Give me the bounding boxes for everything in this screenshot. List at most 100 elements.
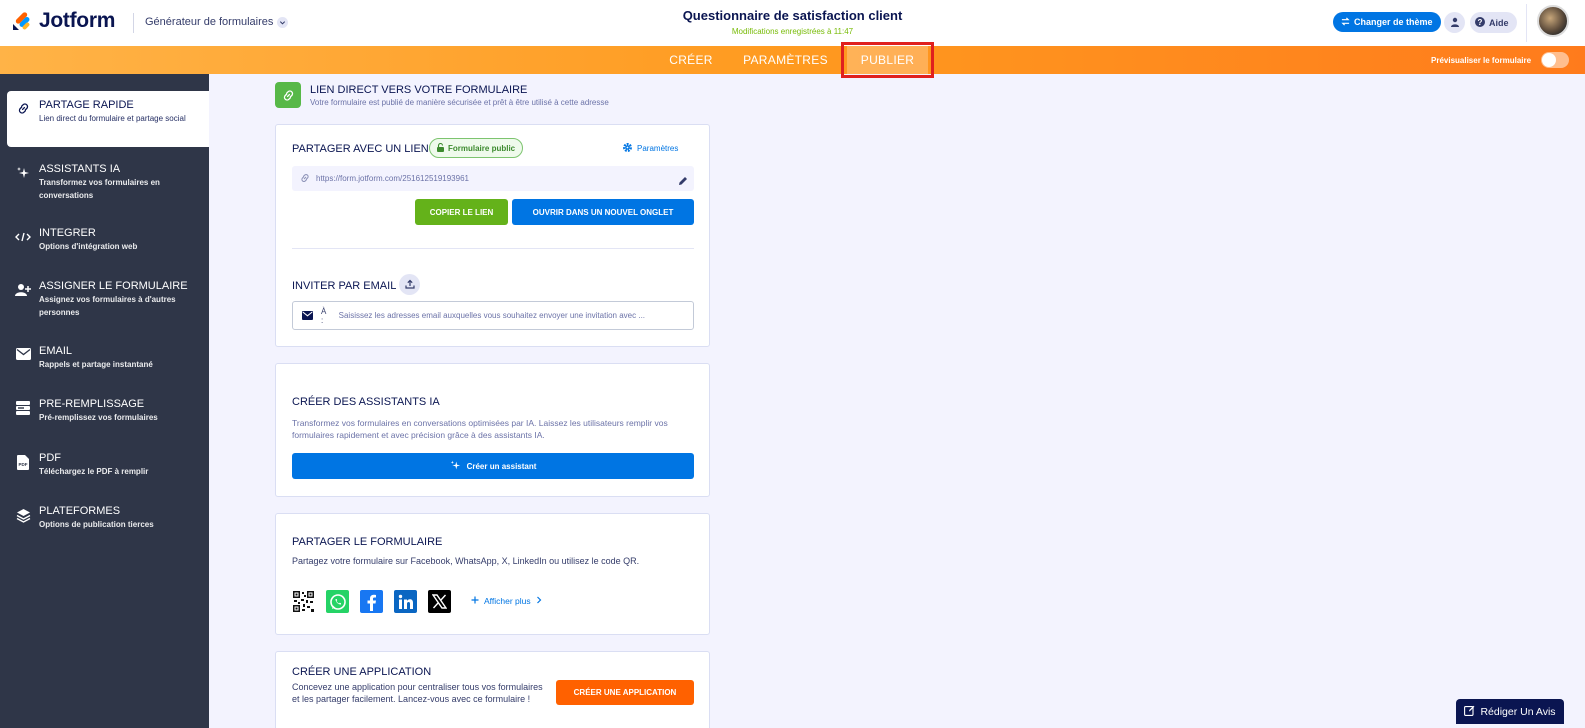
tab-publish[interactable]: PUBLIER bbox=[847, 46, 928, 74]
sidebar-item-subtitle: Rappels et partage instantané bbox=[39, 360, 153, 369]
create-app-button[interactable]: CRÉER UNE APPLICATION bbox=[556, 680, 694, 705]
copy-link-button[interactable]: COPIER LE LIEN bbox=[415, 199, 508, 225]
account-button[interactable] bbox=[1444, 12, 1465, 33]
change-theme-button[interactable]: Changer de thème bbox=[1333, 12, 1441, 32]
email-to-prefix: À : bbox=[321, 306, 327, 325]
jotform-logo-icon bbox=[11, 10, 33, 32]
topbar-divider bbox=[1526, 4, 1527, 42]
open-new-tab-button[interactable]: OUVRIR DANS UN NOUVEL ONGLET bbox=[512, 199, 694, 225]
direct-link-title: LIEN DIRECT VERS VOTRE FORMULAIRE bbox=[310, 84, 528, 96]
upload-contacts-button[interactable] bbox=[399, 274, 420, 295]
chevron-right-icon bbox=[536, 596, 542, 606]
link-icon bbox=[275, 82, 301, 108]
share-link-title: PARTAGER AVEC UN LIEN bbox=[292, 143, 429, 155]
builder-dropdown[interactable]: Générateur de formulaires bbox=[145, 16, 289, 28]
social-card-title: PARTAGER LE FORMULAIRE bbox=[292, 536, 443, 548]
plus-icon bbox=[471, 596, 479, 606]
preview-form-label: Prévisualiser le formulaire bbox=[1431, 56, 1532, 65]
facebook-icon[interactable] bbox=[360, 590, 383, 613]
envelope-icon bbox=[302, 307, 313, 325]
tab-settings[interactable]: PARAMÈTRES bbox=[738, 46, 833, 74]
create-app-card: CRÉER UNE APPLICATION Concevez une appli… bbox=[275, 651, 710, 728]
form-url-field[interactable]: https://form.jotform.com/251612519193961 bbox=[292, 166, 694, 191]
sidebar-item-subtitle: Téléchargez le PDF à remplir bbox=[39, 467, 149, 476]
sidebar-item-title: PLATEFORMES bbox=[39, 505, 121, 517]
change-theme-label: Changer de thème bbox=[1354, 17, 1433, 27]
card-divider bbox=[292, 248, 694, 249]
avatar[interactable] bbox=[1537, 5, 1569, 37]
direct-link-header: LIEN DIRECT VERS VOTRE FORMULAIRE Votre … bbox=[275, 82, 715, 110]
ai-assistants-card: CRÉER DES ASSISTANTS IA Transformez vos … bbox=[275, 363, 710, 497]
header-divider bbox=[133, 13, 134, 33]
sidebar-item-title: INTEGRER bbox=[39, 227, 96, 239]
sidebar-item-title: EMAIL bbox=[39, 345, 73, 357]
sidebar-item-subtitle: Pré-remplissez vos formulaires bbox=[39, 413, 158, 422]
sidebar-item-embed[interactable]: INTEGRER Options d'intégration web bbox=[7, 226, 209, 256]
envelope-icon bbox=[7, 344, 39, 374]
sidebar-item-pdf[interactable]: PDF PDF Téléchargez le PDF à remplir bbox=[7, 451, 209, 481]
help-button[interactable]: ? Aide bbox=[1470, 12, 1517, 33]
link-icon bbox=[7, 98, 39, 147]
edit-note-icon bbox=[1464, 705, 1475, 719]
whatsapp-icon[interactable] bbox=[326, 590, 349, 613]
svg-text:?: ? bbox=[1478, 18, 1483, 27]
help-label: Aide bbox=[1489, 17, 1509, 28]
sidebar-item-subtitle: Assignez vos formulaires à d'autres pers… bbox=[39, 295, 176, 317]
user-icon bbox=[1450, 14, 1460, 32]
ai-card-description: Transformez vos formulaires en conversat… bbox=[292, 418, 668, 440]
social-share-card: PARTAGER LE FORMULAIRE Partagez votre fo… bbox=[275, 513, 710, 635]
write-review-label: Rédiger Un Avis bbox=[1480, 705, 1556, 718]
show-more-label: Afficher plus bbox=[484, 596, 531, 606]
sidebar-item-prefill[interactable]: PRE-REMPLISSAGE Pré-remplissez vos formu… bbox=[7, 397, 209, 427]
create-assistant-button[interactable]: Créer un assistant bbox=[292, 453, 694, 479]
sidebar-item-title: PRE-REMPLISSAGE bbox=[39, 398, 145, 410]
show-more-link[interactable]: Afficher plus bbox=[471, 596, 542, 606]
write-review-button[interactable]: Rédiger Un Avis bbox=[1456, 699, 1564, 724]
builder-nav: CRÉER PARAMÈTRES PUBLIER bbox=[0, 46, 1585, 74]
svg-text:PDF: PDF bbox=[19, 462, 28, 467]
form-url-text: https://form.jotform.com/251612519193961 bbox=[316, 174, 469, 183]
email-placeholder: Saisissez les adresses email auxquelles … bbox=[338, 311, 646, 320]
layers-icon bbox=[7, 504, 39, 534]
share-settings-link[interactable]: Paramètres bbox=[622, 142, 678, 155]
sidebar-item-subtitle: Options de publication tierces bbox=[39, 520, 154, 529]
sidebar-item-email[interactable]: EMAIL Rappels et partage instantané bbox=[7, 344, 209, 374]
sidebar-item-subtitle: Lien direct du formulaire et partage soc… bbox=[39, 114, 186, 123]
x-twitter-icon[interactable] bbox=[428, 590, 451, 613]
toggle-knob bbox=[1542, 53, 1556, 67]
sidebar-item-quick-share[interactable]: PARTAGE RAPIDE Lien direct du formulaire… bbox=[7, 91, 209, 147]
invite-email-input[interactable]: À : Saisissez les adresses email auxquel… bbox=[292, 301, 694, 330]
top-bar: Jotform Générateur de formulaires Questi… bbox=[0, 0, 1585, 46]
sidebar-item-subtitle: Options d'intégration web bbox=[39, 242, 138, 251]
sidebar-item-assign-form[interactable]: ASSIGNER LE FORMULAIRE Assignez vos form… bbox=[7, 279, 209, 321]
upload-icon bbox=[404, 276, 415, 294]
preview-toggle[interactable] bbox=[1541, 52, 1569, 68]
assign-user-icon bbox=[7, 279, 39, 321]
gear-icon bbox=[622, 142, 633, 155]
sidebar-item-title: PARTAGE RAPIDE bbox=[39, 99, 134, 111]
invite-email-title: INVITER PAR EMAIL bbox=[292, 280, 397, 292]
share-settings-label: Paramètres bbox=[637, 144, 679, 153]
social-card-description: Partagez votre formulaire sur Facebook, … bbox=[292, 556, 640, 566]
sidebar-item-subtitle: Transformez vos formulaires en conversat… bbox=[39, 178, 160, 200]
public-form-label: Formulaire public bbox=[448, 143, 516, 153]
sparkle-icon bbox=[450, 460, 461, 473]
sidebar-item-ai-assistants[interactable]: ASSISTANTS IA Transformez vos formulaire… bbox=[7, 162, 209, 204]
create-assistant-label: Créer un assistant bbox=[466, 461, 537, 471]
sidebar-item-platforms[interactable]: PLATEFORMES Options de publication tierc… bbox=[7, 504, 209, 534]
swap-icon bbox=[1341, 16, 1350, 28]
chevron-down-icon bbox=[277, 16, 289, 28]
qr-code-icon[interactable] bbox=[292, 590, 315, 613]
logo-text: Jotform bbox=[39, 9, 116, 32]
sidebar-item-title: ASSISTANTS IA bbox=[39, 163, 121, 175]
app-card-description: Concevez une application pour centralise… bbox=[292, 682, 543, 704]
tab-create[interactable]: CRÉER bbox=[662, 46, 720, 74]
direct-link-subtitle: Votre formulaire est publié de manière s… bbox=[310, 98, 609, 107]
linkedin-icon[interactable] bbox=[394, 590, 417, 613]
public-form-badge[interactable]: Formulaire public bbox=[429, 138, 524, 158]
edit-pencil-icon[interactable] bbox=[678, 173, 688, 191]
sidebar-item-title: PDF bbox=[39, 452, 61, 464]
jotform-logo[interactable]: Jotform bbox=[11, 9, 115, 33]
sparkle-icon bbox=[7, 162, 39, 204]
builder-label: Générateur de formulaires bbox=[145, 16, 274, 28]
